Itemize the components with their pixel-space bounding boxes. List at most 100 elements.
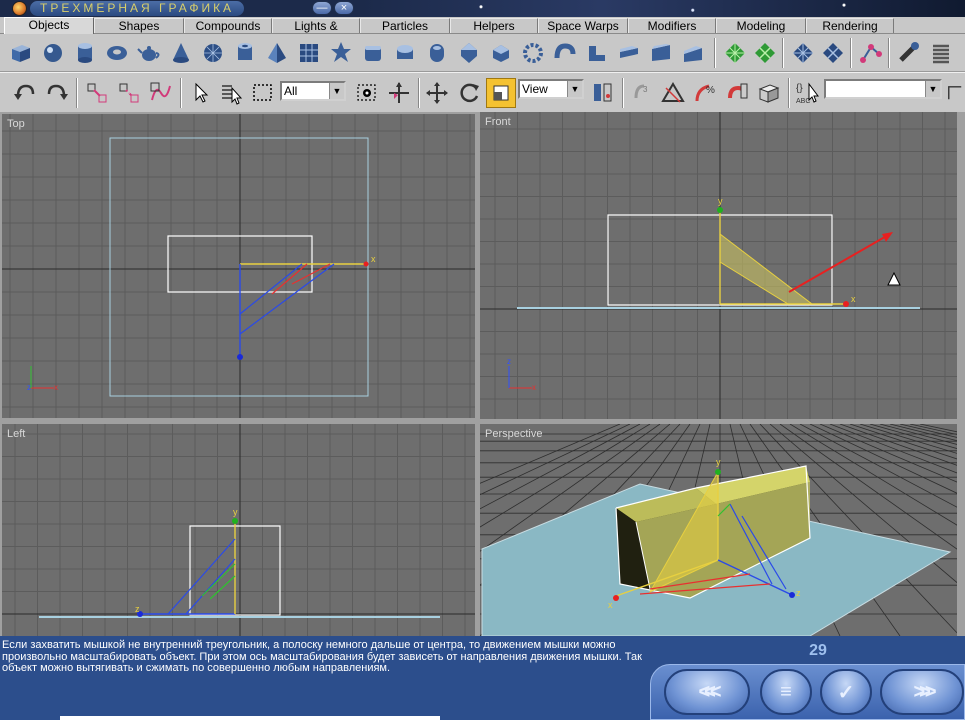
separator xyxy=(418,78,420,108)
tab-objects[interactable]: Objects xyxy=(4,17,94,34)
c-ext-icon[interactable] xyxy=(614,38,644,68)
stairs-icon[interactable] xyxy=(894,38,924,68)
tab-space-warps[interactable]: Space Warps xyxy=(538,18,628,33)
svg-text:ABC: ABC xyxy=(796,98,810,105)
tube-icon[interactable] xyxy=(230,38,260,68)
minimize-button[interactable]: — xyxy=(312,1,332,15)
angle-snap-icon[interactable]: % xyxy=(690,78,720,108)
selection-filter-dropdown[interactable]: All ▼ xyxy=(280,81,346,101)
hedra-icon[interactable] xyxy=(326,38,356,68)
reference-coordinate-value: View xyxy=(522,82,548,96)
viewports-area: x x z Top y x x z Front y z Left y z x P… xyxy=(0,112,965,636)
named-selection-dropdown[interactable]: ▼ xyxy=(824,79,942,99)
select-and-link-icon[interactable] xyxy=(82,78,112,108)
redo-icon[interactable] xyxy=(42,78,72,108)
front-y-axis-label: y xyxy=(718,196,723,206)
separator xyxy=(76,78,78,108)
torus-icon[interactable] xyxy=(102,38,132,68)
select-and-move-icon[interactable] xyxy=(384,78,414,108)
pyramid-icon[interactable] xyxy=(262,38,292,68)
geosphere-icon[interactable] xyxy=(198,38,228,68)
rectangular-selection-icon[interactable] xyxy=(248,78,278,108)
wedge-icon[interactable] xyxy=(678,38,708,68)
gengon-icon[interactable] xyxy=(486,38,516,68)
separator xyxy=(622,78,624,108)
viewport-top[interactable]: x x z Top xyxy=(2,114,475,418)
hose-icon[interactable] xyxy=(550,38,580,68)
viewport-left[interactable]: y z Left xyxy=(2,424,475,636)
previous-page-button[interactable]: <<< xyxy=(664,669,750,715)
spindle-icon[interactable] xyxy=(454,38,484,68)
window-title: ТРЕХМЕРНАЯ ГРАФИКА xyxy=(30,1,245,16)
grid-icon[interactable] xyxy=(720,38,750,68)
percent-snap-icon[interactable] xyxy=(722,78,752,108)
tab-particles[interactable]: Particles xyxy=(360,18,450,33)
menu-button[interactable]: ≡ xyxy=(760,669,812,715)
main-toolbar: All ▼ View ▼ 3 % {} ABC ▼ xyxy=(0,72,965,112)
prism-icon[interactable] xyxy=(646,38,676,68)
cone-icon[interactable] xyxy=(166,38,196,68)
viewport-perspective-label[interactable]: Perspective xyxy=(485,428,542,440)
bind-to-space-warp-icon[interactable] xyxy=(146,78,176,108)
undo-icon[interactable] xyxy=(10,78,40,108)
scale-icon[interactable] xyxy=(486,78,516,108)
unlink-selection-icon[interactable] xyxy=(114,78,144,108)
l-ext-icon[interactable] xyxy=(582,38,612,68)
close-button[interactable]: × xyxy=(334,1,354,15)
align-icon[interactable] xyxy=(658,78,688,108)
lattice-icon[interactable] xyxy=(788,38,818,68)
front-axis-tripod-x: x xyxy=(532,383,536,392)
select-by-name-icon[interactable] xyxy=(216,78,246,108)
named-selection-icon[interactable]: {} ABC xyxy=(792,78,822,108)
viewport-front-label[interactable]: Front xyxy=(485,116,511,128)
grid-alt-icon[interactable] xyxy=(750,38,780,68)
viewport-left-label[interactable]: Left xyxy=(7,428,25,440)
chevron-down-icon[interactable]: ▼ xyxy=(925,81,940,97)
chamfer-box-icon[interactable] xyxy=(358,38,388,68)
mirror-axis-icon[interactable] xyxy=(946,78,964,108)
tab-compounds[interactable]: Compounds xyxy=(184,18,272,33)
rotate-icon[interactable] xyxy=(454,78,484,108)
tab-lights-cameras[interactable]: Lights & Cameras xyxy=(272,18,360,48)
viewport-perspective-canvas[interactable]: y z x xyxy=(480,424,957,636)
viewport-front[interactable]: y x x z Front xyxy=(480,112,957,419)
front-axis-tripod-z: z xyxy=(507,357,511,366)
viewport-top-canvas[interactable]: x x z xyxy=(2,114,475,418)
move-icon[interactable] xyxy=(422,78,452,108)
tab-modifiers[interactable]: Modifiers xyxy=(628,18,716,33)
check-button[interactable]: ✓ xyxy=(820,669,872,715)
separator xyxy=(788,78,790,108)
spring-icon[interactable] xyxy=(926,38,956,68)
bones-icon[interactable] xyxy=(856,38,886,68)
mirror-icon[interactable]: 3 xyxy=(626,78,656,108)
tab-rendering[interactable]: Rendering xyxy=(806,18,894,33)
plane-icon[interactable] xyxy=(294,38,324,68)
viewport-left-canvas[interactable]: y z xyxy=(2,424,475,636)
lattice-alt-icon[interactable] xyxy=(818,38,848,68)
page-number: 29 xyxy=(809,642,827,659)
window-crossing-icon[interactable] xyxy=(352,78,382,108)
teapot-icon[interactable] xyxy=(134,38,164,68)
chevron-down-icon[interactable]: ▼ xyxy=(329,83,344,99)
app-logo-icon[interactable] xyxy=(12,1,27,16)
viewport-front-canvas[interactable]: y x x z xyxy=(480,112,957,419)
separator xyxy=(850,38,852,68)
top-x-axis-label: x xyxy=(371,254,376,264)
cylinder-icon[interactable] xyxy=(70,38,100,68)
next-page-button[interactable]: >>> xyxy=(880,669,964,715)
tab-shapes[interactable]: Shapes xyxy=(94,18,184,33)
capsule-icon[interactable] xyxy=(422,38,452,68)
viewport-perspective[interactable]: y z x Perspective xyxy=(480,424,957,636)
tab-helpers[interactable]: Helpers xyxy=(450,18,538,33)
tab-modeling[interactable]: Modeling xyxy=(716,18,806,33)
sphere-icon[interactable] xyxy=(38,38,68,68)
oil-tank-icon[interactable] xyxy=(390,38,420,68)
pivot-center-icon[interactable] xyxy=(588,78,618,108)
box-icon[interactable] xyxy=(6,38,36,68)
chevron-down-icon[interactable]: ▼ xyxy=(567,81,582,97)
torus-knot-icon[interactable] xyxy=(518,38,548,68)
render-icon[interactable] xyxy=(754,78,784,108)
reference-coordinate-dropdown[interactable]: View ▼ xyxy=(518,79,584,99)
select-object-icon[interactable] xyxy=(186,78,216,108)
viewport-top-label[interactable]: Top xyxy=(7,118,25,130)
